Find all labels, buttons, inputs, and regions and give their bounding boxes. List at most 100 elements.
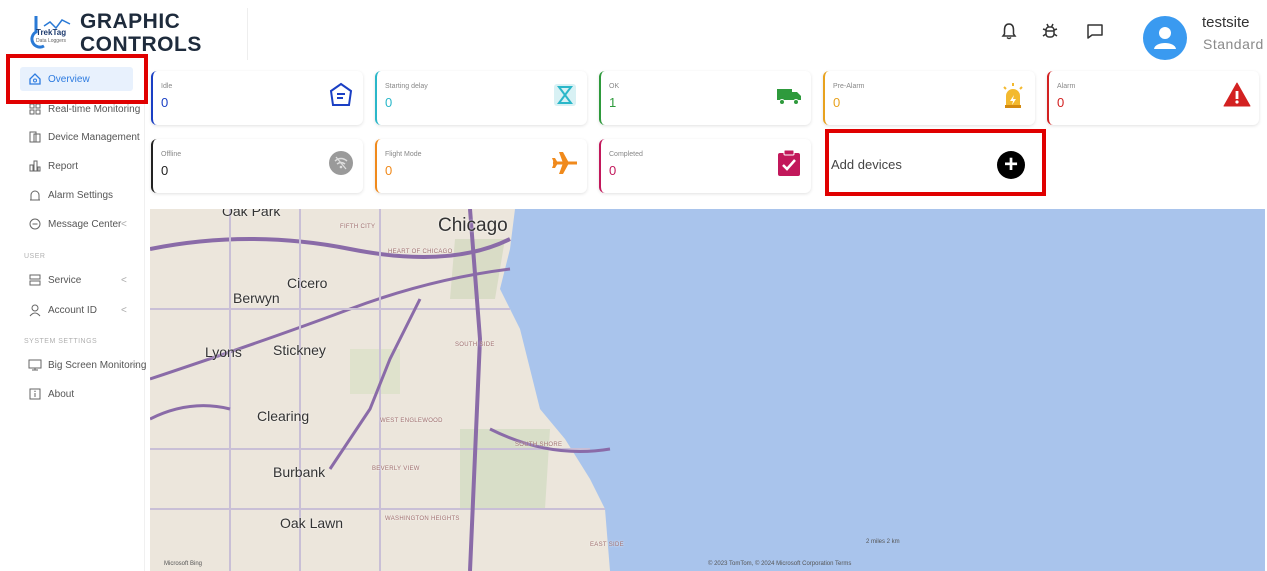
map-label-clearing: Clearing: [257, 408, 310, 424]
airplane-icon: [552, 152, 577, 174]
person-icon: [29, 304, 41, 317]
user-avatar-icon[interactable]: [1143, 16, 1187, 60]
card-label: Idle: [161, 83, 173, 90]
status-card-completed[interactable]: Completed 0: [599, 139, 811, 193]
map-label-berwyn: Berwyn: [233, 290, 280, 306]
sidebar-item-report[interactable]: Report: [28, 155, 78, 177]
status-card-pre-alarm[interactable]: Pre-Alarm 0: [823, 71, 1035, 125]
card-value: 1: [609, 95, 617, 110]
status-card-flight-mode[interactable]: Flight Mode 0: [375, 139, 587, 193]
status-card-ok[interactable]: OK 1: [599, 71, 811, 125]
sidebar-item-label: Report: [48, 160, 79, 172]
sidebar-item-label: Overview: [48, 73, 90, 85]
grid-icon: [29, 103, 41, 115]
sidebar-item-device-management[interactable]: Device Management: [28, 126, 140, 148]
logo-badge-text: TrekTag: [36, 28, 67, 37]
sidebar-item-label: Alarm Settings: [48, 189, 114, 201]
status-card-alarm[interactable]: Alarm 0: [1047, 71, 1259, 125]
add-devices-label: Add devices: [831, 157, 902, 172]
card-label: OK: [609, 83, 620, 90]
sidebar-item-message-center[interactable]: Message Center <: [28, 213, 127, 235]
warning-icon: [1223, 82, 1251, 107]
sidebar-item-big-screen-monitoring[interactable]: Big Screen Monitoring <: [28, 354, 146, 376]
card-value: 0: [161, 95, 169, 110]
status-card-starting-delay[interactable]: Starting delay 0: [375, 71, 587, 125]
siren-icon: [1003, 83, 1023, 108]
add-devices-button[interactable]: Add devices +: [827, 139, 1042, 193]
sidebar-item-about[interactable]: About: [28, 383, 74, 405]
user-name[interactable]: testsite: [1202, 14, 1250, 31]
map-scale: 2 miles 2 km: [866, 539, 900, 545]
chevron-left-icon: <: [132, 359, 138, 371]
sidebar-item-label: Message Center: [48, 218, 122, 230]
sidebar-item-service[interactable]: Service <: [28, 269, 127, 291]
map-label-heart-of-chicago: HEART OF CHICAGO: [388, 249, 453, 255]
header: TrekTag Data Loggers GRAPHIC CONTROLS te…: [0, 0, 1267, 62]
section-label-system-settings: SYSTEM SETTINGS: [24, 338, 98, 345]
card-value: 0: [609, 163, 617, 178]
sidebar-item-label: Service: [48, 274, 82, 286]
status-card-offline[interactable]: Offline 0: [151, 139, 363, 193]
sidebar-item-alarm-settings[interactable]: Alarm Settings: [28, 184, 113, 206]
clipboard-check-icon: [778, 149, 800, 176]
card-label: Alarm: [1057, 83, 1076, 90]
section-label-user: USER: [24, 253, 46, 260]
info-icon: [29, 388, 41, 400]
sidebar-item-account-id[interactable]: Account ID <: [28, 299, 127, 321]
card-value: 0: [1057, 95, 1065, 110]
device-icon: [29, 131, 41, 143]
status-card-idle[interactable]: Idle 0: [151, 71, 363, 125]
home-icon: [29, 73, 41, 85]
bug-icon[interactable]: [1041, 22, 1059, 40]
card-label: Starting delay: [385, 83, 428, 90]
map-label-fifth-city: FIFTH CITY: [340, 224, 376, 230]
map-label-south-shore: SOUTH SHORE: [515, 442, 563, 448]
brand-line-1: GRAPHIC: [80, 10, 181, 33]
map-attribution[interactable]: © 2023 TomTom, © 2024 Microsoft Corporat…: [708, 561, 851, 567]
sidebar-item-label: About: [48, 388, 75, 400]
app: TrekTag Data Loggers GRAPHIC CONTROLS te…: [0, 0, 1267, 571]
sidebar-item-overview[interactable]: Overview: [28, 68, 90, 90]
chart-icon: [29, 160, 41, 172]
hourglass-icon: [554, 84, 576, 106]
card-label: Pre-Alarm: [833, 83, 865, 90]
map-label-washington-heights: WASHINGTON HEIGHTS: [385, 516, 460, 522]
message-circle-icon: [29, 218, 41, 230]
bing-logo: Microsoft Bing: [164, 561, 203, 567]
plus-circle-icon: +: [997, 151, 1025, 179]
sidebar-item-label: Real-time Monitoring: [48, 103, 141, 115]
map-label-lyons: Lyons: [205, 344, 242, 360]
card-label: Flight Mode: [385, 151, 422, 158]
logo[interactable]: TrekTag Data Loggers GRAPHIC CONTROLS: [28, 8, 248, 60]
map-label-west-englewood: WEST ENGLEWOOD: [380, 418, 443, 424]
map-label-cicero: Cicero: [287, 275, 328, 291]
map-label-oak-lawn: Oak Lawn: [280, 515, 344, 531]
message-icon[interactable]: [1086, 22, 1104, 40]
map-label-south-side: SOUTH SIDE: [455, 342, 495, 348]
map-label-chicago: Chicago: [438, 215, 508, 236]
chevron-left-icon: <: [121, 304, 127, 316]
brand-line-2: CONTROLS: [80, 33, 202, 56]
card-value: 0: [385, 163, 393, 178]
sidebar-item-realtime-monitoring[interactable]: Real-time Monitoring: [28, 98, 140, 120]
logo-badge-subtext: Data Loggers: [36, 38, 67, 44]
server-icon: [29, 274, 41, 286]
card-value: 0: [833, 95, 841, 110]
sidebar-item-label: Account ID: [48, 304, 97, 316]
brand-name: GRAPHIC CONTROLS: [80, 10, 202, 56]
map-label-stickney: Stickney: [273, 342, 326, 358]
map-label-burbank: Burbank: [273, 464, 326, 480]
sidebar-item-label: Device Management: [48, 131, 140, 143]
trektag-logo-icon: TrekTag Data Loggers: [30, 12, 72, 54]
chevron-left-icon: <: [121, 218, 127, 230]
wifi-off-icon: [329, 151, 353, 175]
alarm-icon: [30, 190, 40, 201]
card-label: Offline: [161, 151, 182, 158]
map-label-oak-park: Oak Park: [222, 209, 281, 219]
truck-icon: [777, 89, 801, 105]
bell-icon[interactable]: [1000, 22, 1018, 40]
map[interactable]: Oak Park Chicago Cicero Berwyn Lyons Sti…: [150, 209, 1265, 571]
sidebar: Overview Real-time Monitoring Device Man…: [0, 62, 146, 571]
card-value: 0: [385, 95, 393, 110]
card-value: 0: [161, 163, 169, 178]
